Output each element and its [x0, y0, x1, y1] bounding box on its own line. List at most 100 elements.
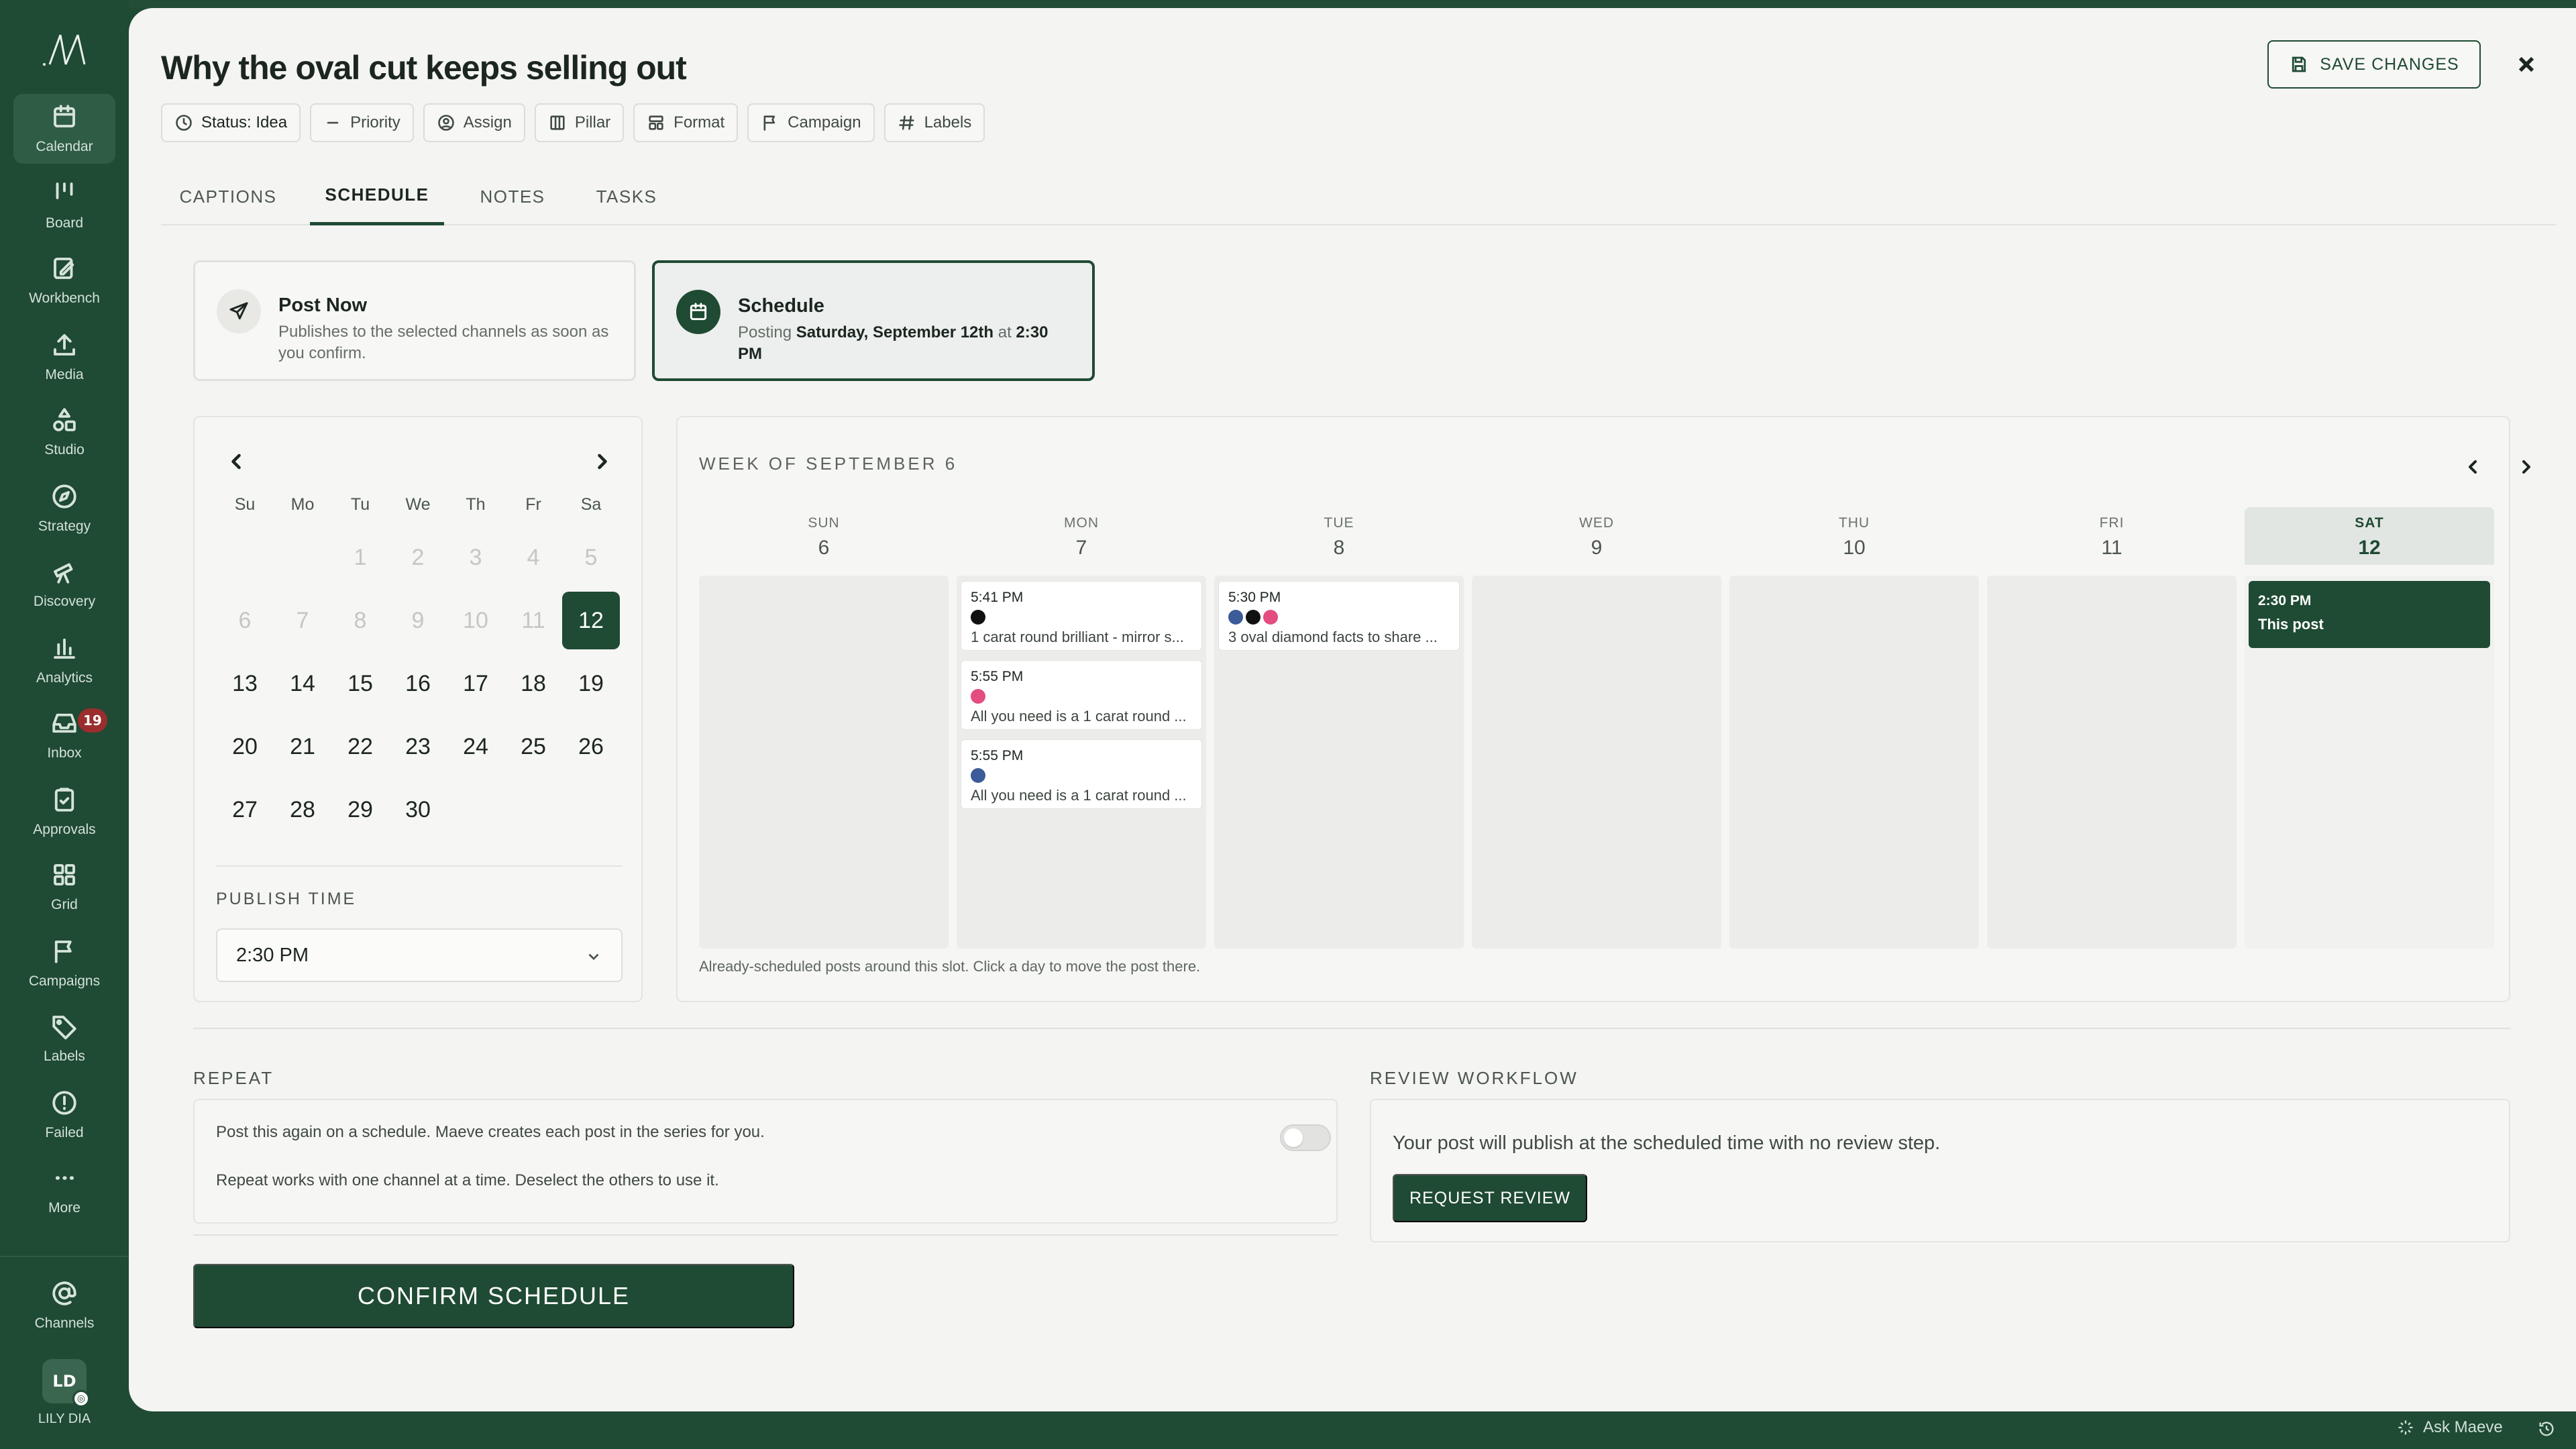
prev-week-button[interactable] — [2462, 456, 2483, 478]
this-post-card[interactable]: 2:30 PM This post — [2249, 581, 2490, 648]
week-day-column[interactable]: 2:30 PM This post — [2245, 576, 2494, 949]
sidebar-item-grid[interactable]: Grid — [13, 852, 115, 922]
sidebar-item-inbox[interactable]: Inbox 19 — [13, 700, 115, 770]
priority-chip[interactable]: Priority — [310, 103, 414, 142]
confirm-schedule-button[interactable]: CONFIRM SCHEDULE — [193, 1264, 794, 1328]
sidebar-item-media[interactable]: Media — [13, 322, 115, 392]
calendar-day[interactable]: 26 — [562, 718, 620, 775]
calendar-day[interactable]: 14 — [274, 655, 331, 712]
campaign-chip[interactable]: Campaign — [747, 103, 875, 142]
calendar-day[interactable]: 19 — [562, 655, 620, 712]
post-editor-panel: Why the oval cut keeps selling out Statu… — [129, 8, 2576, 1411]
calendar-day[interactable]: 23 — [389, 718, 447, 775]
calendar-day[interactable]: 1 — [331, 529, 389, 586]
scheduled-post-card[interactable]: 5:41 PM 1 carat round brilliant - mirror … — [961, 581, 1202, 651]
tab-schedule[interactable]: SCHEDULE — [310, 168, 444, 225]
status-chip[interactable]: Status: Idea — [161, 103, 301, 142]
flag-icon — [763, 115, 775, 131]
sidebar-item-labels[interactable]: Labels — [13, 1004, 115, 1073]
week-day-number: 9 — [1591, 537, 1603, 559]
user-name: LILY DIA — [38, 1411, 91, 1426]
sidebar-item-analytics[interactable]: Analytics — [13, 625, 115, 695]
week-day-column[interactable]: 5:41 PM 1 carat round brilliant - mirror … — [957, 576, 1206, 949]
week-day-column[interactable] — [1729, 576, 1979, 949]
calendar-day[interactable]: 10 — [447, 592, 504, 649]
calendar-day[interactable]: 22 — [331, 718, 389, 775]
tab-captions[interactable]: CAPTIONS — [161, 168, 295, 225]
app-logo[interactable] — [40, 30, 89, 70]
calendar-day[interactable]: 28 — [274, 781, 331, 839]
week-day-column[interactable] — [1472, 576, 1721, 949]
calendar-day[interactable]: 9 — [389, 592, 447, 649]
repeat-toggle[interactable] — [1280, 1124, 1331, 1151]
calendar-day[interactable]: 29 — [331, 781, 389, 839]
calendar-day[interactable]: 20 — [216, 718, 274, 775]
campaign-chip-label: Campaign — [788, 113, 861, 131]
sidebar-item-label: Board — [45, 215, 84, 231]
calendar-icon — [690, 303, 707, 321]
post-now-option[interactable]: Post Now Publishes to the selected chann… — [193, 260, 636, 381]
next-month-button[interactable] — [590, 449, 614, 474]
close-button[interactable] — [2512, 50, 2541, 79]
calendar-day[interactable]: 25 — [504, 718, 562, 775]
post-time: 5:30 PM — [1228, 590, 1281, 605]
calendar-day[interactable]: 17 — [447, 655, 504, 712]
sidebar-item-studio[interactable]: Studio — [13, 397, 115, 467]
week-day-header: TUE 8 — [1214, 507, 1464, 565]
week-day-header: SAT 12 — [2245, 507, 2494, 565]
tab-tasks[interactable]: TASKS — [573, 168, 680, 225]
sidebar-item-calendar[interactable]: Calendar — [13, 94, 115, 164]
sidebar-item-campaigns[interactable]: Campaigns — [13, 928, 115, 998]
scheduled-post-card[interactable]: 5:30 PM 3 oval diamond facts to share ... — [1218, 581, 1460, 651]
history-button[interactable] — [2537, 1419, 2556, 1441]
calendar-day[interactable]: 5 — [562, 529, 620, 586]
calendar-day[interactable]: 6 — [216, 592, 274, 649]
calendar-day[interactable]: 30 — [389, 781, 447, 839]
sidebar-item-more[interactable]: More — [13, 1155, 115, 1225]
calendar-day[interactable]: 16 — [389, 655, 447, 712]
weekday-header: We — [405, 495, 431, 514]
labels-chip[interactable]: Labels — [883, 103, 985, 142]
save-changes-button[interactable]: SAVE CHANGES — [2267, 40, 2481, 89]
calendar-day[interactable]: 27 — [216, 781, 274, 839]
calendar-day[interactable]: 4 — [504, 529, 562, 586]
calendar-day[interactable]: 24 — [447, 718, 504, 775]
sidebar-item-channels[interactable]: Channels — [13, 1271, 115, 1340]
week-day-name: TUE — [1324, 515, 1354, 531]
calendar-day[interactable]: 13 — [216, 655, 274, 712]
assign-chip[interactable]: Assign — [423, 103, 525, 142]
tab-notes[interactable]: NOTES — [459, 168, 566, 225]
publish-time-select[interactable]: 2:30 PM — [216, 928, 623, 982]
request-review-button[interactable]: REQUEST REVIEW — [1393, 1174, 1587, 1222]
calendar-day[interactable]: 2 — [389, 529, 447, 586]
calendar-day[interactable]: 7 — [274, 592, 331, 649]
calendar-day[interactable]: 15 — [331, 655, 389, 712]
scheduled-post-card[interactable]: 5:55 PM All you need is a 1 carat round .… — [961, 660, 1202, 730]
week-day-column[interactable] — [699, 576, 949, 949]
calendar-day[interactable]: 3 — [447, 529, 504, 586]
week-day-column[interactable] — [1987, 576, 2237, 949]
week-day-column[interactable]: 5:30 PM 3 oval diamond facts to share ... — [1214, 576, 1464, 949]
sidebar-item-board[interactable]: Board — [13, 170, 115, 240]
tag-icon — [52, 1016, 76, 1040]
sidebar-item-workbench[interactable]: Workbench — [13, 246, 115, 315]
sidebar-item-failed[interactable]: Failed — [13, 1080, 115, 1150]
format-chip[interactable]: Format — [633, 103, 739, 142]
scheduled-post-card[interactable]: 5:55 PM All you need is a 1 carat round .… — [961, 739, 1202, 809]
review-workflow-label: REVIEW WORKFLOW — [1370, 1068, 1578, 1088]
pillar-chip[interactable]: Pillar — [534, 103, 625, 142]
selected-day[interactable]: 12 — [562, 592, 620, 649]
calendar-day[interactable]: 18 — [504, 655, 562, 712]
sidebar-item-discovery[interactable]: Discovery — [13, 549, 115, 619]
sidebar-item-strategy[interactable]: Strategy — [13, 474, 115, 543]
calendar-day[interactable]: 8 — [331, 592, 389, 649]
schedule-option[interactable]: Schedule Posting Saturday, September 12t… — [652, 260, 1095, 381]
sidebar-item-approvals[interactable]: Approvals — [13, 777, 115, 847]
sidebar-item-label: More — [48, 1200, 80, 1216]
calendar-day[interactable]: 11 — [504, 592, 562, 649]
prev-month-button[interactable] — [224, 449, 248, 474]
calendar-day[interactable]: 21 — [274, 718, 331, 775]
ask-maeve-button[interactable]: Ask Maeve — [2396, 1418, 2503, 1437]
next-week-button[interactable] — [2516, 456, 2537, 478]
this-post-label: This post — [2258, 616, 2324, 633]
